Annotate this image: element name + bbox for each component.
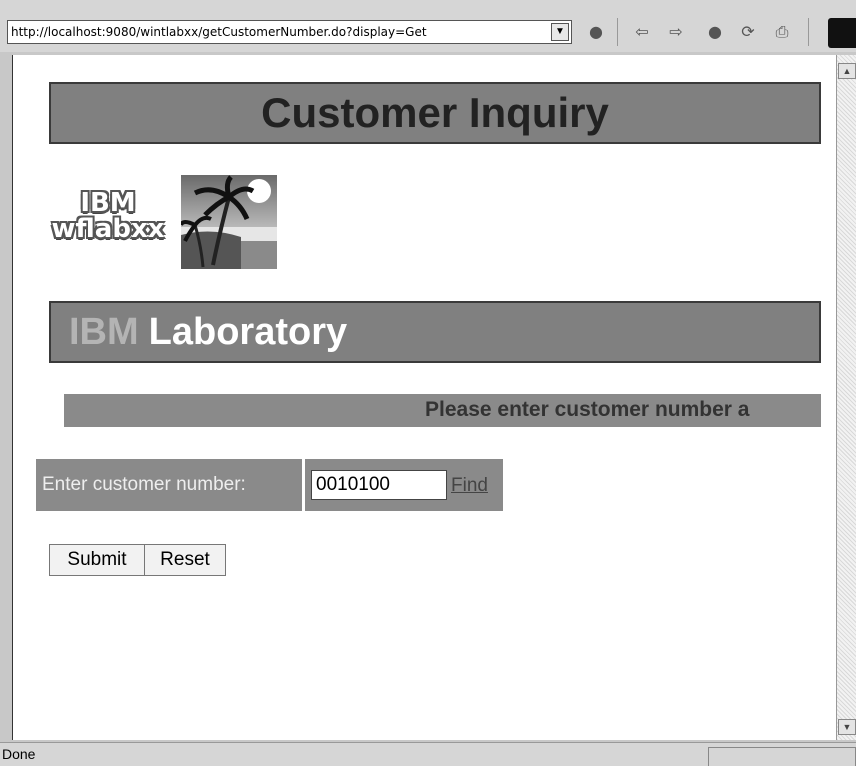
banner-laboratory-text: Laboratory <box>148 311 348 353</box>
browser-toolbar: http://localhost:9080/wintlabxx/getCusto… <box>0 0 856 52</box>
scroll-up-icon[interactable]: ▲ <box>838 63 856 79</box>
toolbar-separator <box>617 18 618 46</box>
toolbar-separator <box>808 18 809 46</box>
find-link[interactable]: Find <box>451 475 488 497</box>
instruction-text: Please enter customer number a <box>425 398 750 421</box>
page-title: Customer Inquiry <box>261 89 609 136</box>
go-icon[interactable]: ● <box>586 22 606 42</box>
palm-island-logo <box>181 175 277 269</box>
logo-text-line1: IBM <box>80 188 136 218</box>
reset-button[interactable]: Reset <box>144 544 226 576</box>
vertical-scrollbar[interactable]: ▲ ▼ <box>836 55 856 740</box>
title-banner: Customer Inquiry <box>49 82 821 144</box>
address-bar[interactable]: http://localhost:9080/wintlabxx/getCusto… <box>7 20 572 44</box>
address-dropdown-icon[interactable]: ▼ <box>551 23 569 41</box>
stop-icon[interactable]: ● <box>705 22 725 42</box>
back-icon[interactable]: ⇦ <box>632 22 652 42</box>
instruction-banner: Please enter customer number a <box>64 394 821 427</box>
customer-number-label: Enter customer number: <box>36 459 302 511</box>
address-bar-text[interactable]: http://localhost:9080/wintlabxx/getCusto… <box>11 25 551 39</box>
toolbar-black-button[interactable] <box>828 18 856 48</box>
refresh-icon[interactable]: ⟳ <box>738 22 758 42</box>
logo-text: IBM wflabxx <box>33 190 183 242</box>
banner-ibm-text: IBM <box>69 311 139 353</box>
forward-icon[interactable]: ⇨ <box>666 22 686 42</box>
customer-number-input[interactable] <box>311 470 447 500</box>
status-bar: Done <box>0 742 856 766</box>
customer-number-cell: Find <box>305 459 503 511</box>
status-text: Done <box>2 746 36 762</box>
laboratory-banner: IBM Laboratory <box>49 301 821 363</box>
scroll-down-icon[interactable]: ▼ <box>838 719 856 735</box>
status-panel <box>708 747 856 766</box>
submit-button[interactable]: Submit <box>49 544 145 576</box>
logo-text-line2: wflabxx <box>51 214 165 244</box>
page-viewport: Customer Inquiry IBM wflabxx IBM Laborato… <box>12 55 837 740</box>
print-icon[interactable]: ⎙ <box>772 22 792 42</box>
